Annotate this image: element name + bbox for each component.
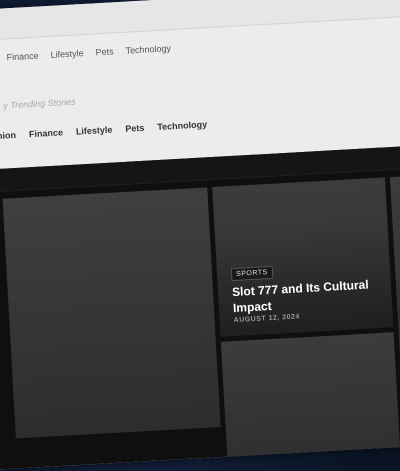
main-nav-finance[interactable]: Finance — [29, 127, 64, 139]
top-nav-pets[interactable]: Pets — [95, 46, 114, 57]
main-nav-pets[interactable]: Pets — [125, 123, 145, 134]
browser-topbar — [0, 0, 400, 43]
featured-big-card[interactable] — [2, 187, 221, 439]
site-tagline: y Trending Stories — [3, 96, 76, 111]
lower-article-card[interactable] — [220, 332, 400, 457]
main-nav-technology[interactable]: Technology — [157, 119, 207, 132]
browser-screen: Finance Lifestyle Pets Technology y Tren… — [0, 0, 400, 471]
main-nav-fashion[interactable]: hion — [0, 130, 16, 141]
category-badge[interactable]: SPORTS — [230, 265, 274, 282]
top-nav-technology[interactable]: Technology — [125, 43, 171, 56]
top-nav: Finance Lifestyle Pets Technology — [6, 43, 171, 62]
top-nav-finance[interactable]: Finance — [6, 51, 39, 63]
main-nav: hion Finance Lifestyle Pets Technology — [0, 119, 207, 141]
featured-article-card[interactable]: SPORTS Slot 777 and Its Cultural Impact … — [212, 177, 394, 337]
main-nav-lifestyle[interactable]: Lifestyle — [76, 125, 113, 137]
top-nav-lifestyle[interactable]: Lifestyle — [50, 48, 84, 60]
